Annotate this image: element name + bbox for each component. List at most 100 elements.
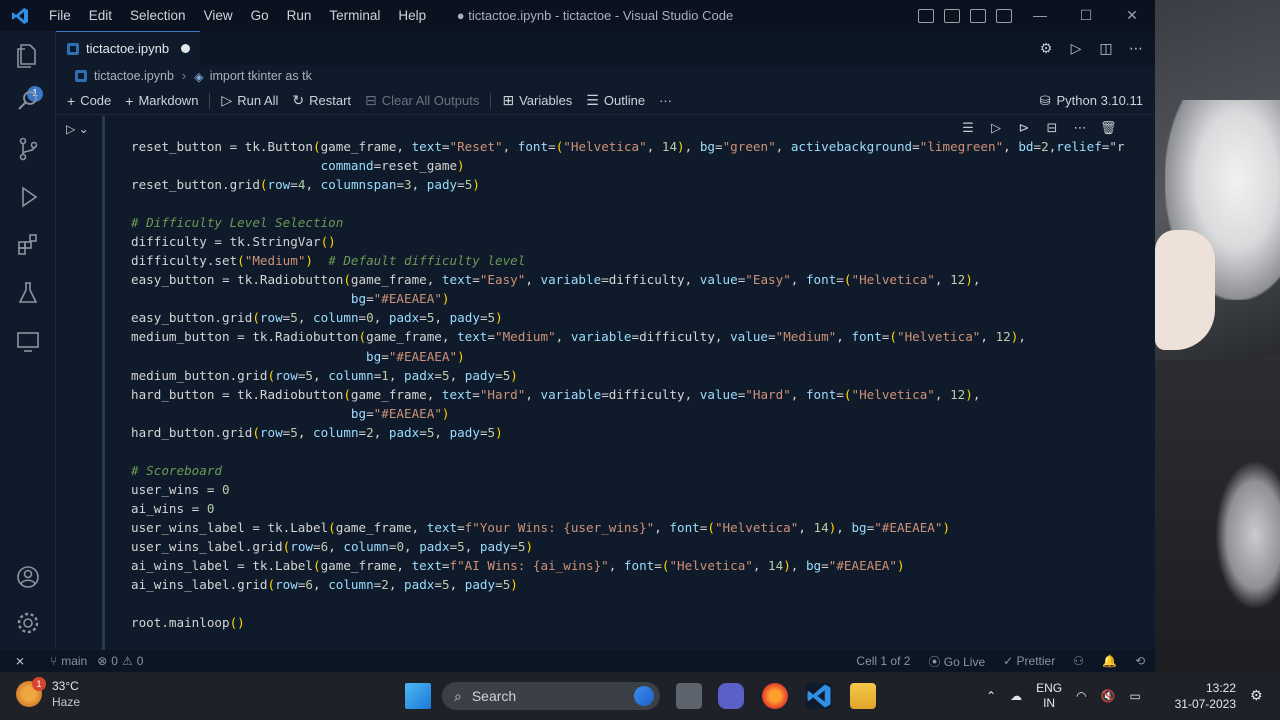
breadcrumb-file[interactable]: tictactoe.ipynb bbox=[94, 69, 174, 83]
problems-indicator[interactable]: ⊗ 0 ⚠ 0 bbox=[97, 654, 143, 668]
sync-icon[interactable]: ⟲ bbox=[1135, 654, 1145, 668]
onedrive-cloud-icon[interactable]: ☁ bbox=[1010, 689, 1022, 703]
menu-terminal[interactable]: Terminal bbox=[320, 8, 389, 23]
explorer-icon[interactable] bbox=[14, 41, 42, 69]
code-line[interactable]: root.mainloop() bbox=[131, 613, 1125, 632]
remote-explorer-icon[interactable] bbox=[14, 327, 42, 355]
code-line[interactable]: medium_button = tk.Radiobutton(game_fram… bbox=[131, 327, 1125, 346]
split-cell-icon[interactable]: ⊟ bbox=[1044, 120, 1060, 138]
code-line[interactable]: medium_button.grid(row=5, column=1, padx… bbox=[131, 366, 1125, 385]
code-line[interactable]: easy_button.grid(row=5, column=0, padx=5… bbox=[131, 308, 1125, 327]
tab-tictactoe-ipynb[interactable]: tictactoe.ipynb bbox=[56, 31, 200, 65]
kernel-picker[interactable]: ⛁ Python 3.10.11 bbox=[1040, 93, 1143, 109]
weather-widget[interactable]: 1 33°C Haze bbox=[16, 677, 80, 710]
toggle-primary-sidebar-icon[interactable] bbox=[918, 8, 934, 23]
code-line[interactable]: ai_wins_label = tk.Label(game_frame, tex… bbox=[131, 556, 1125, 575]
code-line[interactable]: reset_button = tk.Button(game_frame, tex… bbox=[131, 137, 1125, 156]
run-by-line-icon[interactable]: ☰ bbox=[960, 120, 976, 138]
more-actions-icon[interactable]: ⋯ bbox=[1127, 39, 1145, 57]
notification-center-icon[interactable]: ⚙ bbox=[1250, 687, 1268, 705]
unsaved-dot-icon[interactable] bbox=[181, 44, 191, 53]
menu-view[interactable]: View bbox=[195, 8, 242, 23]
execute-above-icon[interactable]: ▷ bbox=[988, 120, 1004, 138]
notifications-bell-icon[interactable]: 🔔 bbox=[1102, 654, 1117, 668]
code-line[interactable]: # Scoreboard bbox=[131, 461, 1125, 480]
code-cell-editor[interactable]: reset_button = tk.Button(game_frame, tex… bbox=[131, 137, 1125, 632]
run-all-button[interactable]: ▷ Run All bbox=[214, 89, 285, 113]
remote-indicator-icon[interactable]: ⨯ bbox=[0, 650, 40, 672]
code-line[interactable]: hard_button = tk.Radiobutton(game_frame,… bbox=[131, 385, 1125, 404]
code-line[interactable]: difficulty.set("Medium") # Default diffi… bbox=[131, 251, 1125, 270]
code-line[interactable]: user_wins_label.grid(row=6, column=0, pa… bbox=[131, 537, 1125, 556]
chevron-up-icon[interactable]: ⌃ bbox=[986, 689, 996, 703]
clock[interactable]: 13:22 31-07-2023 bbox=[1175, 680, 1236, 712]
task-view-icon[interactable] bbox=[676, 683, 702, 709]
search-icon[interactable] bbox=[14, 87, 42, 115]
run-cell-button[interactable]: ▷ ⌄ bbox=[66, 122, 89, 136]
menu-selection[interactable]: Selection bbox=[121, 8, 195, 23]
prettier-button[interactable]: ✓ Prettier bbox=[1003, 654, 1055, 668]
code-line[interactable] bbox=[131, 194, 1125, 213]
code-line[interactable]: bg="#EAEAEA") bbox=[131, 289, 1125, 308]
menu-file[interactable]: File bbox=[40, 8, 80, 23]
toggle-panel-icon[interactable] bbox=[944, 8, 960, 23]
breadcrumb-symbol[interactable]: import tkinter as tk bbox=[210, 69, 312, 83]
code-line[interactable]: difficulty = tk.StringVar() bbox=[131, 232, 1125, 251]
battery-icon[interactable]: ▭ bbox=[1130, 689, 1141, 703]
go-live-button[interactable]: ⦿ Go Live bbox=[928, 653, 985, 670]
bing-icon[interactable] bbox=[634, 686, 654, 706]
feedback-icon[interactable]: ⚇ bbox=[1073, 654, 1084, 668]
account-icon[interactable] bbox=[14, 563, 42, 591]
code-line[interactable]: ai_wins_label.grid(row=6, column=2, padx… bbox=[131, 575, 1125, 594]
code-line[interactable]: reset_button.grid(row=4, columnspan=3, p… bbox=[131, 175, 1125, 194]
toggle-secondary-sidebar-icon[interactable] bbox=[970, 8, 986, 23]
code-line[interactable]: hard_button.grid(row=5, column=2, padx=5… bbox=[131, 423, 1125, 442]
maximize-button[interactable]: ☐ bbox=[1063, 7, 1109, 24]
add-code-button[interactable]: + Code bbox=[60, 89, 118, 113]
code-line[interactable] bbox=[131, 442, 1125, 461]
language-indicator[interactable]: ENG IN bbox=[1036, 681, 1062, 711]
code-line[interactable]: # Difficulty Level Selection bbox=[131, 213, 1125, 232]
menu-go[interactable]: Go bbox=[242, 8, 278, 23]
code-line[interactable]: bg="#EAEAEA") bbox=[131, 404, 1125, 423]
code-line[interactable]: easy_button = tk.Radiobutton(game_frame,… bbox=[131, 270, 1125, 289]
code-line[interactable]: user_wins_label = tk.Label(game_frame, t… bbox=[131, 518, 1125, 537]
code-line[interactable]: user_wins = 0 bbox=[131, 480, 1125, 499]
cell-indicator[interactable]: Cell 1 of 2 bbox=[856, 654, 910, 668]
wifi-icon[interactable]: ◠ bbox=[1076, 689, 1086, 703]
code-line[interactable]: ai_wins = 0 bbox=[131, 499, 1125, 518]
run-notebook-icon[interactable]: ▷ bbox=[1067, 39, 1085, 57]
more-toolbar-button[interactable]: ··· bbox=[652, 89, 679, 113]
branch-indicator[interactable]: ⑂ main bbox=[50, 654, 87, 668]
file-explorer-icon[interactable] bbox=[850, 683, 876, 709]
code-line[interactable]: command=reset_game) bbox=[131, 156, 1125, 175]
run-debug-icon[interactable] bbox=[14, 183, 42, 211]
menu-run[interactable]: Run bbox=[278, 8, 321, 23]
cell-more-icon[interactable]: ⋯ bbox=[1072, 120, 1088, 138]
firefox-icon[interactable] bbox=[762, 683, 788, 709]
split-editor-icon[interactable]: ◫ bbox=[1097, 39, 1115, 57]
extensions-icon[interactable] bbox=[14, 231, 42, 259]
clear-all-outputs-button[interactable]: ⊟ Clear All Outputs bbox=[358, 89, 486, 113]
add-markdown-button[interactable]: + Markdown bbox=[118, 89, 205, 113]
source-control-icon[interactable] bbox=[14, 135, 42, 163]
taskbar-search[interactable]: ⌕ Search bbox=[442, 682, 660, 710]
execute-below-icon[interactable]: ⊳ bbox=[1016, 120, 1032, 138]
teams-chat-icon[interactable] bbox=[718, 683, 744, 709]
close-window-button[interactable]: ✕ bbox=[1109, 7, 1155, 24]
code-line[interactable]: bg="#EAEAEA") bbox=[131, 347, 1125, 366]
testing-icon[interactable] bbox=[14, 279, 42, 307]
variables-button[interactable]: ⊞ Variables bbox=[495, 89, 579, 113]
settings-gear-icon[interactable] bbox=[14, 609, 42, 637]
code-line[interactable] bbox=[131, 594, 1125, 613]
delete-cell-icon[interactable]: 🗑 bbox=[1100, 120, 1117, 138]
outline-button[interactable]: ☰ Outline bbox=[579, 89, 652, 113]
menu-help[interactable]: Help bbox=[389, 8, 435, 23]
minimize-button[interactable]: — bbox=[1017, 7, 1063, 24]
customize-layout-icon[interactable] bbox=[996, 8, 1012, 23]
restart-button[interactable]: ↻ Restart bbox=[285, 89, 358, 113]
menu-edit[interactable]: Edit bbox=[80, 8, 121, 23]
volume-muted-icon[interactable]: 🔇 bbox=[1101, 689, 1116, 703]
windows-start-icon[interactable] bbox=[405, 683, 431, 709]
notebook-settings-gear-icon[interactable]: ⚙ bbox=[1037, 39, 1055, 57]
